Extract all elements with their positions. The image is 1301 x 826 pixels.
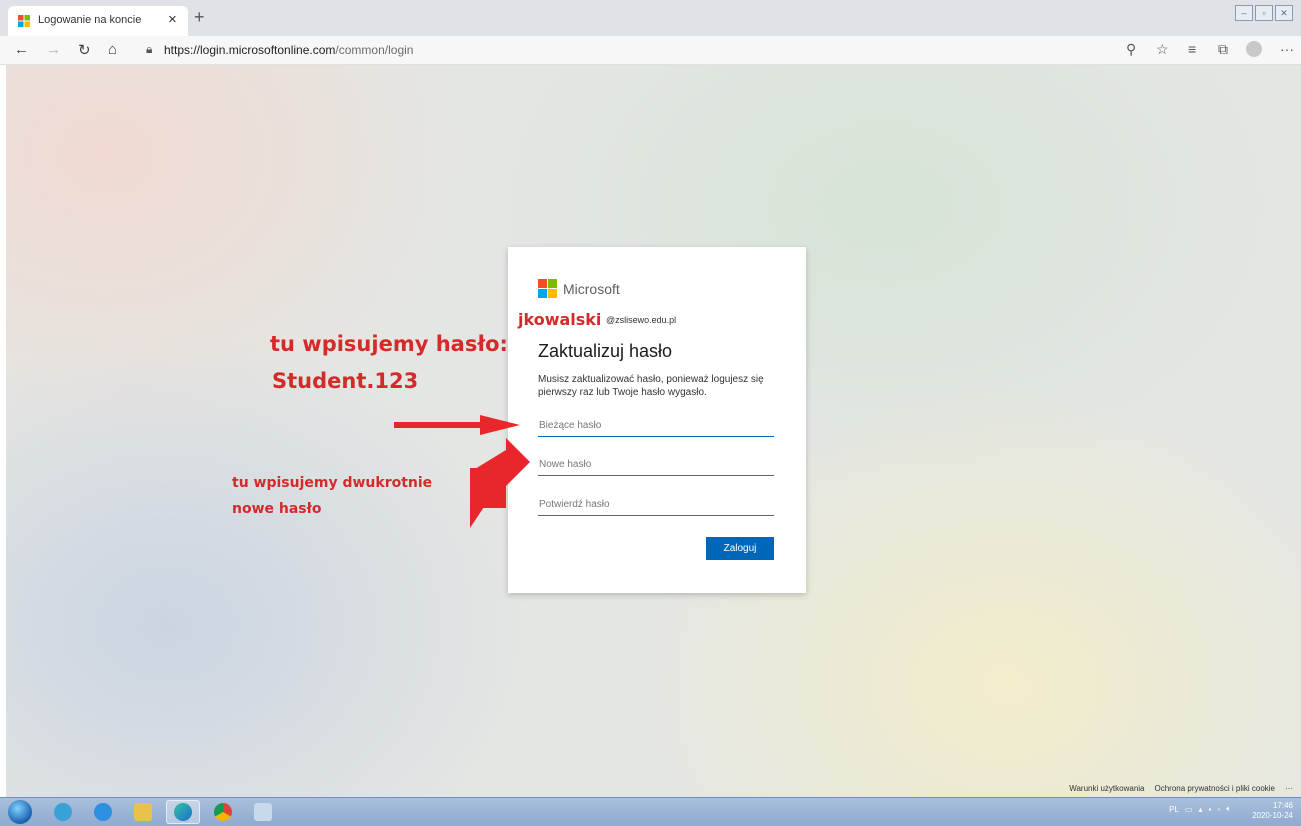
annotation-enter-password: tu wpisujemy hasło: [270,332,508,356]
url-path: /common/login [335,43,414,57]
search-page-icon[interactable]: ⚲ [1126,41,1136,58]
collections-icon[interactable]: ⧉ [1218,41,1228,58]
browser-titlebar: Logowanie na koncie × + – ▫ ✕ [0,0,1301,36]
clock[interactable]: 17:46 2020-10-24 [1252,801,1293,821]
update-password-card: Microsoft jkowalski @zslisewo.edu.pl Zak… [508,247,806,593]
folder-icon [134,803,152,821]
refresh-icon[interactable]: ↻ [78,41,91,59]
taskbar-internet-explorer[interactable] [86,800,120,824]
new-password-input[interactable] [538,454,774,476]
keyboard-icon[interactable]: ▭ [1185,805,1193,814]
browser-tab[interactable]: Logowanie na koncie × [8,6,188,36]
close-window-button[interactable]: ✕ [1275,5,1293,21]
description-text: Musisz zaktualizować hasło, ponieważ log… [538,374,764,398]
clock-date: 2020-10-24 [1252,811,1293,820]
taskbar-app-1[interactable] [46,800,80,824]
forward-arrow-icon[interactable]: → [46,41,61,58]
maximize-button[interactable]: ▫ [1255,5,1273,21]
address-bar: ← → ↻ ⌂ 🔒︎ https://login.microsoftonline… [0,36,1301,65]
right-arrow-icon [394,415,520,435]
lock-icon: 🔒︎ [146,42,153,56]
new-tab-button[interactable]: + [194,7,205,28]
annotation-password-value: Student.123 [272,369,419,393]
paint-icon [254,803,272,821]
username-domain: @zslisewo.edu.pl [606,315,677,325]
confirm-password-input[interactable] [538,494,774,516]
favorite-star-icon[interactable]: ☆ [1156,41,1169,58]
url-field[interactable]: https://login.microsoftonline.com/common… [164,43,413,57]
tab-title: Logowanie na koncie [38,14,142,26]
username-annotation: jkowalski [518,310,602,329]
microsoft-favicon-icon [18,15,30,27]
more-menu-icon[interactable]: ··· [1280,41,1294,57]
big-arrow-icon [470,438,530,528]
taskbar-edge[interactable] [166,800,200,824]
monitor-icon[interactable]: ▫ [1217,805,1220,814]
privacy-link[interactable]: Ochrona prywatności i pliki cookie [1155,784,1276,793]
favorites-list-icon[interactable]: ≡ [1188,41,1196,57]
tab-close-icon[interactable]: × [168,11,177,28]
internet-explorer-icon [94,803,112,821]
home-icon[interactable]: ⌂ [108,41,117,58]
footer-links: Warunki użytkowania Ochrona prywatności … [1069,784,1293,793]
sign-in-button[interactable]: Zaloguj [706,537,774,560]
annotation-enter-new-twice: tu wpisujemy dwukrotnie [232,475,433,491]
network-icon[interactable]: ▪ [1209,805,1212,814]
edge-icon [174,803,192,821]
chrome-icon [214,803,232,821]
app-icon [54,803,72,821]
brand-name: Microsoft [563,281,620,297]
more-footer-icon[interactable]: ··· [1285,784,1293,793]
clock-time: 17:46 [1272,801,1293,810]
url-host: https://login.microsoftonline.com [164,43,336,57]
taskbar-paint[interactable] [246,800,280,824]
system-tray: PL ▭ ▴ ▪ ▫ 🔈︎ [1169,804,1231,814]
start-button[interactable] [8,800,32,824]
taskbar: PL ▭ ▴ ▪ ▫ 🔈︎ 17:46 2020-10-24 [0,797,1301,826]
current-password-input[interactable] [538,415,774,437]
language-indicator[interactable]: PL [1169,805,1179,814]
taskbar-chrome[interactable] [206,800,240,824]
back-arrow-icon[interactable]: ← [14,41,29,58]
terms-link[interactable]: Warunki użytkowania [1069,784,1144,793]
window-controls: – ▫ ✕ [1235,5,1293,21]
taskbar-file-explorer[interactable] [126,800,160,824]
page-title: Zaktualizuj hasło [538,341,673,361]
volume-icon[interactable]: 🔈︎ [1226,804,1231,814]
tray-expand-icon[interactable]: ▴ [1198,805,1202,814]
minimize-button[interactable]: – [1235,5,1253,21]
page-background: Microsoft jkowalski @zslisewo.edu.pl Zak… [6,65,1301,797]
annotation-new-password: nowe hasło [232,501,322,517]
profile-avatar[interactable] [1246,41,1262,57]
microsoft-logo-icon [538,279,557,298]
